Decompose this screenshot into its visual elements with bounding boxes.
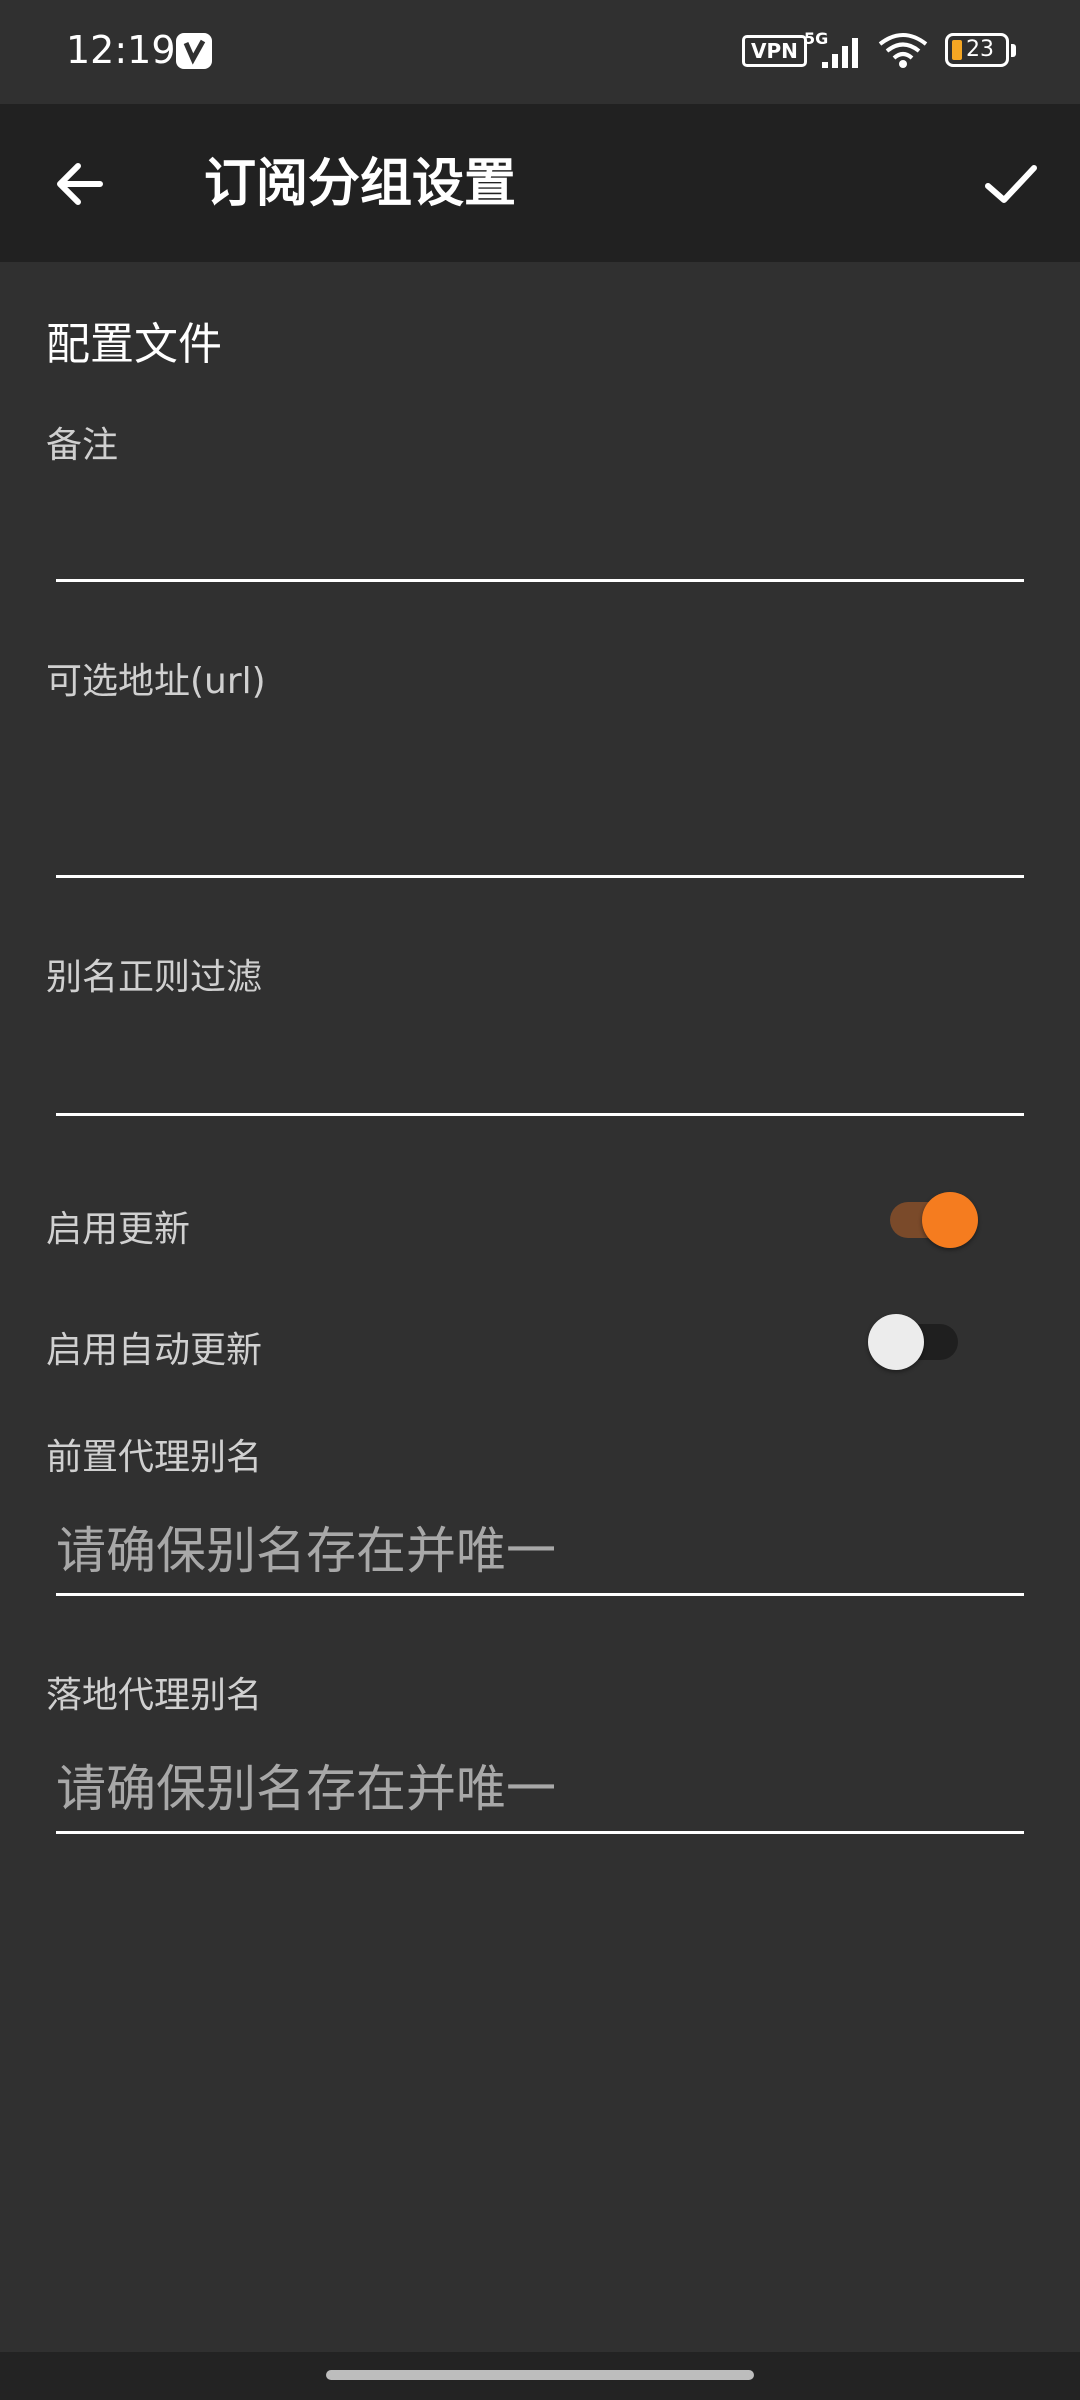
landing-proxy-label: 落地代理别名 (46, 1675, 263, 1716)
enable-update-thumb (922, 1192, 978, 1248)
status-bar: 12:19 VPN 5G 23 (0, 0, 1080, 104)
enable-auto-update-label: 启用自动更新 (46, 1330, 263, 1371)
battery-icon: 23 (945, 33, 1016, 67)
enable-auto-update-thumb (868, 1314, 924, 1370)
page-title: 订阅分组设置 (204, 154, 517, 214)
notification-app-icon (176, 33, 212, 69)
remark-underline (56, 579, 1024, 582)
check-icon (985, 165, 1037, 203)
alias-regex-label: 别名正则过滤 (46, 957, 263, 998)
enable-auto-update-switch[interactable] (864, 1310, 960, 1374)
landing-proxy-input[interactable] (56, 1744, 1024, 1834)
network-type-label: 5G (804, 30, 828, 48)
battery-tip (1011, 44, 1016, 57)
front-proxy-label: 前置代理别名 (46, 1437, 263, 1478)
battery-level: 23 (966, 37, 994, 62)
section-title: 配置文件 (46, 319, 222, 370)
alias-regex-input[interactable] (56, 1022, 1024, 1112)
wifi-icon (876, 30, 930, 74)
landing-proxy-underline (56, 1831, 1024, 1834)
home-gesture-handle[interactable] (326, 2370, 754, 2380)
status-time: 12:19 (66, 28, 176, 72)
save-button[interactable] (970, 144, 1050, 224)
battery-fill (952, 40, 962, 60)
front-proxy-input[interactable] (56, 1506, 1024, 1596)
enable-update-label: 启用更新 (46, 1209, 191, 1250)
url-label: 可选地址(url) (46, 661, 266, 702)
signal-icon: 5G (804, 29, 868, 74)
back-button[interactable] (40, 144, 120, 224)
app-bar: 订阅分组设置 (0, 104, 1080, 262)
alias-regex-underline (56, 1113, 1024, 1116)
remark-input[interactable] (56, 488, 1024, 578)
vpn-icon: VPN (742, 35, 807, 67)
front-proxy-underline (56, 1593, 1024, 1596)
enable-update-switch[interactable] (886, 1188, 982, 1252)
url-underline (56, 875, 1024, 878)
arrow-left-icon (57, 163, 103, 205)
remark-label: 备注 (46, 425, 119, 466)
url-input[interactable] (56, 780, 1024, 870)
